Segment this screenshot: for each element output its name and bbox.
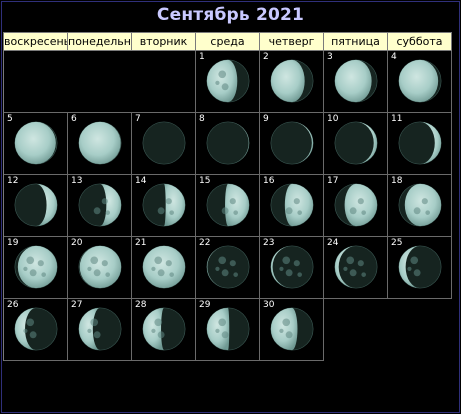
moon-phase-icon [270,59,314,103]
moon-phase-icon [398,121,442,165]
day-cell[interactable]: 23 [260,237,324,299]
moon-phase-icon [206,121,250,165]
day-cell[interactable]: 18 [388,175,452,237]
moon-phase-icon [142,121,186,165]
moon-phase-icon [334,59,378,103]
day-cell[interactable]: 26 [4,299,68,361]
day-cell[interactable]: 20 [68,237,132,299]
day-cell[interactable]: 25 [388,237,452,299]
moon-phase-icon [206,245,250,289]
moon-phase-icon [78,307,122,351]
day-cell[interactable]: 15 [196,175,260,237]
day-cell[interactable]: 19 [4,237,68,299]
moon-phase-icon [14,183,58,227]
day-cell[interactable]: 21 [132,237,196,299]
day-cell[interactable]: 10 [324,113,388,175]
moon-phase-icon [142,307,186,351]
day-cell[interactable]: 24 [324,237,388,299]
moon-phase-icon [334,121,378,165]
weekday-tuesday: вторник [132,33,196,51]
moon-phase-icon [14,307,58,351]
day-cell[interactable]: 30 [260,299,324,361]
moon-phase-icon [142,245,186,289]
day-cell[interactable]: 6 [68,113,132,175]
day-cell[interactable]: 5 [4,113,68,175]
day-cell[interactable]: 22 [196,237,260,299]
day-cell[interactable]: 14 [132,175,196,237]
moon-phase-icon [398,245,442,289]
day-cell[interactable]: 27 [68,299,132,361]
calendar-title: Сентябрь 2021 [156,5,305,25]
empty-day-cell [4,51,68,113]
calendar-grid: воскресень понедельни вторник среда четв… [3,32,452,361]
moon-phase-icon [78,183,122,227]
moon-phase-icon [78,121,122,165]
day-cell[interactable]: 13 [68,175,132,237]
moon-phase-icon [206,59,250,103]
day-cell[interactable]: 7 [132,113,196,175]
day-cell[interactable]: 29 [196,299,260,361]
empty-day-cell [132,51,196,113]
moon-phase-icon [398,183,442,227]
moon-phase-icon [270,245,314,289]
moon-phase-icon [142,183,186,227]
weekday-saturday: суббота [388,33,452,51]
weekday-thursday: четверг [260,33,324,51]
day-cell[interactable]: 3 [324,51,388,113]
moon-phase-icon [206,183,250,227]
weekday-wednesday: среда [196,33,260,51]
moon-phase-icon [14,245,58,289]
day-cell[interactable]: 16 [260,175,324,237]
moon-phase-icon [14,121,58,165]
day-cell[interactable]: 2 [260,51,324,113]
moon-phase-icon [398,59,442,103]
day-cell[interactable]: 1 [196,51,260,113]
day-cell[interactable]: 4 [388,51,452,113]
weekday-friday: пятница [324,33,388,51]
moon-phase-icon [270,307,314,351]
moon-phase-icon [78,245,122,289]
moon-phase-icon [270,183,314,227]
moon-phase-icon [206,307,250,351]
day-cell[interactable]: 17 [324,175,388,237]
weekday-sunday: воскресень [4,33,68,51]
moon-phase-icon [270,121,314,165]
empty-day-cell [68,51,132,113]
day-cell[interactable]: 28 [132,299,196,361]
day-cell[interactable]: 11 [388,113,452,175]
moon-phase-icon [334,183,378,227]
moon-phase-icon [334,245,378,289]
weekday-monday: понедельни [68,33,132,51]
day-cell[interactable]: 12 [4,175,68,237]
day-cell[interactable]: 8 [196,113,260,175]
day-cell[interactable]: 9 [260,113,324,175]
